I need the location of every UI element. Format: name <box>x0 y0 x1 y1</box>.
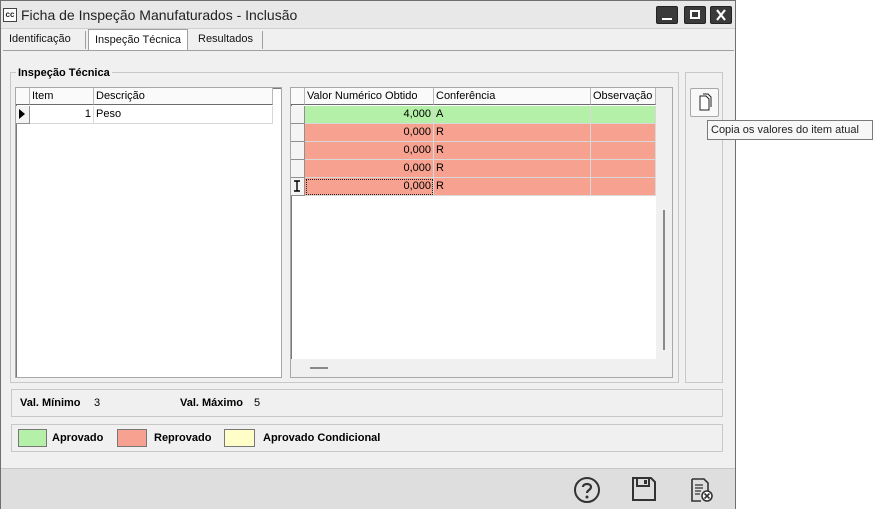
vertical-scroll-thumb[interactable] <box>663 210 665 350</box>
cancel-document-icon <box>691 478 713 502</box>
row-indicator[interactable] <box>291 142 305 160</box>
min-value-label: Val. Mínimo <box>20 397 81 409</box>
values-cell-conferencia[interactable]: R <box>434 142 591 160</box>
legend-label-aprovado-condicional: Aprovado Condicional <box>263 432 381 444</box>
values-cell-observacao[interactable] <box>591 178 656 196</box>
horizontal-scroll-thumb[interactable] <box>310 367 328 369</box>
legend-swatch-reprovado <box>117 429 147 447</box>
group-title: Inspeção Técnica <box>16 67 112 79</box>
grid-corner <box>291 88 305 105</box>
limits-panel <box>11 389 723 417</box>
legend-label-reprovado: Reprovado <box>154 432 212 444</box>
row-indicator[interactable] <box>16 106 30 124</box>
grid-corner <box>16 88 30 105</box>
max-value: 5 <box>254 397 261 409</box>
values-cell-conferencia[interactable]: R <box>434 124 591 142</box>
values-grid[interactable]: Valor Numérico Obtido Conferência Observ… <box>290 87 673 378</box>
close-icon <box>716 9 726 21</box>
tab-resultados[interactable]: Resultados <box>192 29 259 51</box>
help-icon <box>574 477 600 503</box>
copy-icon <box>699 93 712 111</box>
values-cell-valor[interactable]: 0,000 <box>305 124 434 142</box>
legend-swatch-aprovado <box>18 429 47 447</box>
items-cell-descricao[interactable]: Peso <box>94 106 273 124</box>
tab-divider <box>262 31 263 49</box>
horizontal-scrollbar[interactable] <box>291 359 656 377</box>
close-button[interactable] <box>710 6 732 24</box>
values-cell-valor[interactable]: 0,000 <box>305 160 434 178</box>
save-button[interactable] <box>631 476 657 502</box>
values-cell-conferencia[interactable]: R <box>434 178 591 196</box>
column-header-item[interactable]: Item <box>30 88 94 105</box>
inspection-window: cc Ficha de Inspeção Manufaturados - Inc… <box>0 0 736 509</box>
title-bar: cc Ficha de Inspeção Manufaturados - Inc… <box>1 1 735 29</box>
row-indicator[interactable] <box>291 160 305 178</box>
column-header-observacao[interactable]: Observação <box>591 88 656 105</box>
values-cell-observacao[interactable] <box>591 160 656 178</box>
values-cell-observacao[interactable] <box>591 124 656 142</box>
items-cell-item[interactable]: 1 <box>30 106 94 124</box>
min-value: 3 <box>94 397 101 409</box>
side-toolbar <box>685 72 723 383</box>
tab-identificacao[interactable]: Identificação <box>3 29 77 51</box>
values-cell-valor[interactable]: 0,000 <box>305 142 434 160</box>
values-cell-valor[interactable]: 4,000 <box>305 106 434 124</box>
column-header-descricao[interactable]: Descrição <box>94 88 273 105</box>
row-indicator[interactable] <box>291 106 305 124</box>
vertical-scrollbar[interactable] <box>656 88 672 377</box>
minimize-button[interactable] <box>656 6 678 24</box>
help-button[interactable] <box>573 476 601 504</box>
column-header-valor[interactable]: Valor Numérico Obtido <box>305 88 434 105</box>
values-cell-observacao[interactable] <box>591 142 656 160</box>
legend-swatch-aprovado-condicional <box>224 429 255 447</box>
copy-values-tooltip: Copia os valores do item atual <box>707 120 873 140</box>
window-title: Ficha de Inspeção Manufaturados - Inclus… <box>21 7 298 23</box>
values-cell-conferencia[interactable]: A <box>434 106 591 124</box>
copy-values-button[interactable] <box>690 88 719 117</box>
column-header-conferencia[interactable]: Conferência <box>434 88 591 105</box>
items-grid[interactable]: Item Descrição 1 Peso <box>15 87 282 378</box>
row-indicator[interactable] <box>291 178 305 196</box>
max-value-label: Val. Máximo <box>180 397 243 409</box>
maximize-button[interactable] <box>684 6 706 24</box>
legend-label-aprovado: Aprovado <box>52 432 104 444</box>
values-cell-conferencia[interactable]: R <box>434 160 591 178</box>
cancel-button[interactable] <box>689 477 715 503</box>
tab-divider <box>85 31 86 49</box>
tab-bar: Identificação Inspeção Técnica Resultado… <box>1 29 735 53</box>
save-icon <box>632 477 656 501</box>
app-icon: cc <box>3 8 17 22</box>
current-row-arrow-icon <box>19 109 25 119</box>
row-indicator[interactable] <box>291 124 305 142</box>
footer-toolbar <box>1 468 735 509</box>
values-cell-valor[interactable]: 0,000 <box>305 178 434 196</box>
edit-cursor-icon <box>294 180 300 192</box>
values-cell-observacao[interactable] <box>591 106 656 124</box>
